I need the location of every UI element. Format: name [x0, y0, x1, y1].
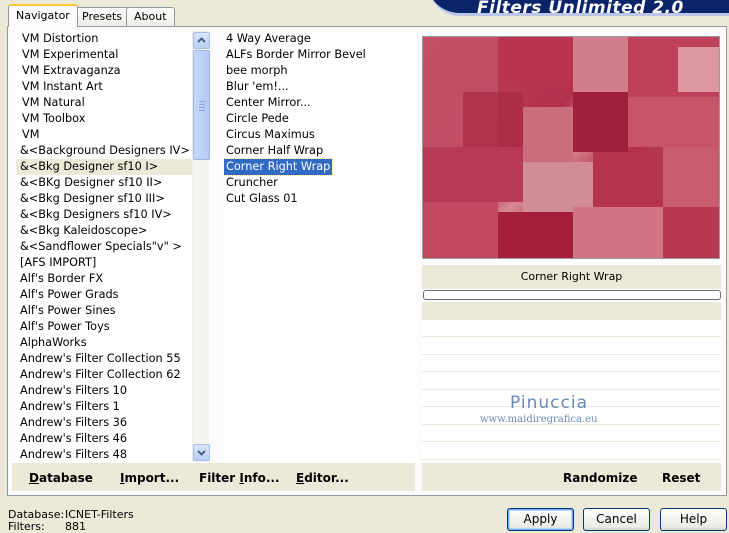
filter-list[interactable]: 4 Way Average ALFs Border Mirror Bevel bee… — [224, 31, 417, 463]
category-item[interactable]: &<Sandflower Specials"v" > — [16, 239, 192, 255]
category-item[interactable]: AlphaWorks — [16, 335, 192, 351]
category-item[interactable]: Andrew's Filters 48 — [16, 447, 192, 463]
category-item[interactable]: VM Instant Art — [16, 79, 192, 95]
randomize-button[interactable]: Randomize — [563, 471, 637, 485]
category-item[interactable]: VM Extravaganza — [16, 63, 192, 79]
apply-button[interactable]: Apply — [507, 508, 574, 531]
category-item[interactable]: Andrew's Filters 36 — [16, 415, 192, 431]
filter-item[interactable]: Corner Half Wrap — [224, 143, 325, 159]
scroll-thumb[interactable] — [193, 50, 210, 160]
tab-presets[interactable]: Presets — [74, 7, 131, 27]
filter-item[interactable]: Blur 'em!... — [224, 79, 291, 95]
filter-item[interactable]: Corner Right Wrap — [224, 158, 334, 176]
parameter-row — [422, 338, 721, 355]
category-item[interactable]: Andrew's Filters 46 — [16, 431, 192, 447]
tab-about[interactable]: About — [126, 7, 175, 27]
parameter-row — [422, 356, 721, 372]
filter-item[interactable]: Cut Glass 01 — [224, 191, 300, 207]
category-item[interactable]: VM — [16, 127, 192, 143]
category-item[interactable]: &<Bkg Designer sf10 III> — [16, 191, 192, 207]
selected-filter-label: Corner Right Wrap — [520, 270, 623, 283]
category-item[interactable]: &<Background Designers IV> — [16, 143, 192, 159]
category-item[interactable]: &<Bkg Kaleidoscope> — [16, 223, 192, 239]
help-button[interactable]: Help — [660, 508, 727, 531]
editor-button[interactable]: Editor... — [296, 471, 349, 485]
filter-item[interactable]: Cruncher — [224, 175, 280, 191]
chevron-up-icon — [197, 37, 206, 43]
category-item[interactable]: VM Experimental — [16, 47, 192, 63]
scroll-up-button[interactable] — [193, 32, 210, 49]
chevron-down-icon — [197, 450, 206, 456]
filter-item[interactable]: Circus Maximus — [224, 127, 317, 143]
database-button[interactable]: Database — [29, 471, 93, 485]
separator-strip — [422, 302, 721, 320]
category-item[interactable]: Andrew's Filter Collection 55 — [16, 351, 192, 367]
filter-item[interactable]: Circle Pede — [224, 111, 291, 127]
category-scrollbar[interactable] — [192, 30, 210, 462]
category-item[interactable]: Alf's Border FX — [16, 271, 192, 287]
cancel-button[interactable]: Cancel — [583, 508, 650, 531]
reset-button[interactable]: Reset — [662, 471, 700, 485]
app-title: Filters Unlimited 2.0 — [477, 0, 684, 18]
filter-preview-image — [422, 36, 720, 259]
category-item[interactable]: Alf's Power Grads — [16, 287, 192, 303]
category-item[interactable]: &<BKg Designer sf10 II> — [16, 175, 192, 191]
filter-item[interactable]: Center Mirror... — [224, 95, 313, 111]
category-item[interactable]: [AFS IMPORT] — [16, 255, 192, 271]
category-item[interactable]: &<Bkg Designers sf10 IV> — [16, 207, 192, 223]
watermark-name: Pinuccia — [510, 393, 588, 413]
watermark-url: www.maidiregrafica.eu — [480, 414, 598, 425]
category-item[interactable]: VM Distortion — [16, 31, 192, 47]
category-item[interactable]: Andrew's Filters 10 — [16, 383, 192, 399]
filters-count-value: 881 — [65, 520, 86, 533]
filter-item[interactable]: ALFs Border Mirror Bevel — [224, 47, 368, 63]
tab-navigator[interactable]: Navigator — [8, 4, 78, 27]
progress-bar — [423, 290, 721, 300]
parameter-row — [422, 373, 721, 390]
filter-item[interactable]: 4 Way Average — [224, 31, 313, 47]
scroll-down-button[interactable] — [193, 444, 210, 461]
filter-info-button[interactable]: Filter Info... — [199, 471, 280, 485]
category-item[interactable]: Andrew's Filters 1 — [16, 399, 192, 415]
parameter-row — [422, 426, 721, 442]
category-item[interactable]: Alf's Power Toys — [16, 319, 192, 335]
category-item[interactable]: &<Bkg Designer sf10 I> — [16, 159, 192, 175]
category-item[interactable]: Andrew's Filter Collection 62 — [16, 367, 192, 383]
category-item[interactable]: VM Natural — [16, 95, 192, 111]
filter-item[interactable]: bee morph — [224, 63, 290, 79]
category-item[interactable]: VM Toolbox — [16, 111, 192, 127]
import-button[interactable]: Import... — [120, 471, 179, 485]
category-list[interactable]: VM Distortion VM Experimental VM Extravaga… — [16, 31, 192, 463]
parameter-row — [422, 443, 721, 460]
filters-count-label: Filters: — [8, 520, 45, 533]
category-item[interactable]: Alf's Power Sines — [16, 303, 192, 319]
parameter-row — [422, 321, 721, 337]
